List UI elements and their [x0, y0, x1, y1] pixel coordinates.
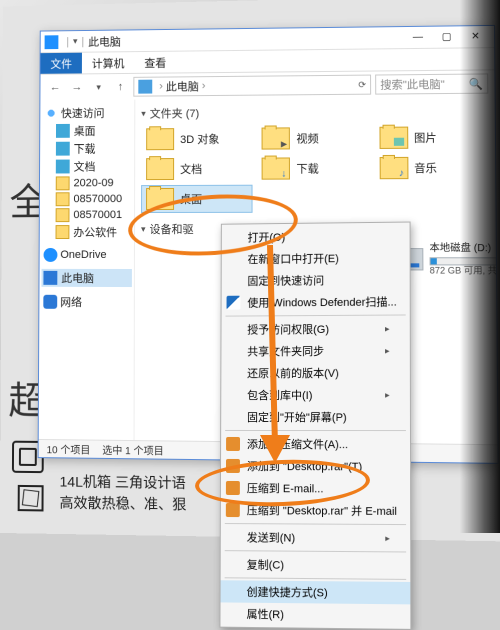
folder-videos[interactable]: 视频 — [257, 124, 370, 153]
chevron-right-icon: ▸ — [385, 389, 390, 400]
window-title: 此电脑 — [88, 33, 121, 49]
folder-3d-objects[interactable]: 3D 对象 — [141, 125, 253, 154]
desktop-icon — [56, 124, 70, 138]
menu-restore-previous[interactable]: 还原以前的版本(V) — [221, 362, 410, 385]
status-selected-count: 选中 1 个项目 — [102, 442, 163, 458]
folder-icon — [146, 188, 174, 210]
forward-button[interactable]: → — [68, 78, 86, 96]
drive-usage-bar — [431, 258, 437, 264]
menu-compress-email[interactable]: 压缩到 E-mail... — [221, 477, 410, 500]
menu-compress-rar-email[interactable]: 压缩到 "Desktop.rar" 并 E-mail — [221, 499, 410, 522]
minimize-button[interactable]: — — [404, 27, 433, 47]
menu-copy[interactable]: 复制(C) — [221, 553, 411, 577]
archive-icon — [226, 503, 240, 517]
folder-icon — [262, 127, 290, 149]
network-icon — [43, 295, 57, 309]
maximize-button[interactable]: ▢ — [432, 27, 461, 47]
document-icon — [56, 160, 70, 174]
sidebar-item-folder[interactable]: 办公软件 — [42, 223, 132, 241]
thispc-icon — [45, 35, 59, 49]
menu-create-shortcut[interactable]: 创建快捷方式(S) — [221, 580, 411, 604]
folder-downloads[interactable]: 下载 — [257, 154, 370, 183]
tab-file[interactable]: 文件 — [41, 53, 82, 74]
chassis-icon — [18, 485, 44, 512]
menu-pin-quick[interactable]: 固定到快速访问 — [222, 268, 410, 291]
sidebar-item-desktop[interactable]: 桌面 — [42, 121, 132, 139]
sidebar-network[interactable]: 网络 — [41, 293, 132, 311]
menu-grant-access[interactable]: 授予访问权限(G)▸ — [221, 317, 409, 340]
pc-icon — [43, 271, 57, 285]
titlebar-sep: | — [81, 35, 84, 47]
search-placeholder: 搜索"此电脑" — [380, 76, 445, 93]
context-menu: 打开(O) 在新窗口中打开(E) 固定到快速访问 使用 Windows Defe… — [219, 222, 411, 630]
folder-icon — [379, 157, 408, 179]
sidebar-this-pc[interactable]: 此电脑 — [41, 269, 131, 287]
recent-dropdown-icon[interactable]: ▾ — [90, 78, 108, 96]
folder-icon — [146, 158, 174, 180]
chevron-right-icon: ▸ — [385, 533, 390, 544]
menu-include-library[interactable]: 包含到库中(I)▸ — [221, 384, 410, 406]
menu-send-to[interactable]: 发送到(N)▸ — [221, 526, 410, 549]
status-item-count: 10 个项目 — [47, 441, 91, 457]
refresh-icon[interactable]: ⟳ — [358, 79, 366, 90]
onedrive-icon — [44, 248, 58, 262]
chevron-right-icon: ▸ — [385, 323, 390, 334]
breadcrumb-segment[interactable]: 此电脑 — [166, 78, 199, 94]
archive-icon — [226, 459, 240, 473]
archive-icon — [226, 437, 240, 451]
menu-share-sync[interactable]: 共享文件夹同步▸ — [221, 340, 409, 363]
sidebar-item-folder[interactable]: 08570000 — [42, 191, 132, 207]
sidebar-onedrive[interactable]: OneDrive — [42, 247, 132, 263]
tab-computer[interactable]: 计算机 — [82, 52, 135, 73]
folder-icon — [56, 225, 70, 239]
folder-icon — [56, 192, 70, 206]
address-bar-row: ← → ▾ ↑ › 此电脑 › ⟳ 搜索"此电脑" 🔍 — [40, 70, 494, 100]
menu-pin-start[interactable]: 固定到"开始"屏幕(P) — [221, 406, 410, 428]
shield-icon — [227, 296, 241, 310]
download-icon — [56, 142, 70, 156]
menu-separator — [225, 577, 407, 580]
menu-separator — [225, 550, 406, 552]
folder-icon — [56, 176, 70, 190]
menu-properties[interactable]: 属性(R) — [220, 602, 410, 626]
menu-open[interactable]: 打开(O) — [222, 225, 410, 249]
breadcrumb[interactable]: › 此电脑 › ⟳ — [133, 75, 371, 97]
titlebar-caret-icon[interactable]: ▾ — [73, 36, 78, 47]
folder-desktop[interactable]: 桌面 — [141, 185, 253, 213]
menu-separator — [225, 523, 406, 525]
folders-section-header[interactable]: ▾文件夹 (7) — [141, 101, 488, 124]
star-icon — [44, 106, 58, 120]
menu-add-to-rar[interactable]: 添加到 "Desktop.rar"(T) — [221, 455, 410, 478]
folder-icon — [146, 128, 174, 150]
tab-view[interactable]: 查看 — [134, 52, 176, 73]
sidebar-item-folder[interactable]: 08570001 — [42, 207, 132, 223]
pc-icon — [138, 80, 152, 94]
folders-grid: 3D 对象 视频 图片 文档 下载 音乐 桌面 — [141, 123, 489, 213]
sidebar-item-documents[interactable]: 文档 — [42, 157, 132, 175]
menu-open-new-window[interactable]: 在新窗口中打开(E) — [222, 246, 410, 270]
folder-documents[interactable]: 文档 — [141, 155, 253, 183]
menu-separator — [225, 430, 406, 431]
back-button[interactable]: ← — [46, 79, 64, 97]
quickaccess-toolbar-sep: | — [66, 36, 69, 48]
archive-icon — [226, 481, 240, 495]
sidebar-item-folder[interactable]: 2020-09 — [42, 175, 132, 191]
sidebar-item-downloads[interactable]: 下载 — [42, 139, 132, 157]
menu-separator — [226, 314, 406, 316]
folder-icon — [56, 208, 70, 222]
chevron-right-icon[interactable]: › — [159, 81, 163, 93]
folder-icon — [262, 157, 290, 179]
menu-defender-scan[interactable]: 使用 Windows Defender扫描... — [222, 290, 410, 313]
sidebar-quick-access[interactable]: 快速访问 — [42, 104, 132, 122]
nav-sidebar: 快速访问 桌面 下载 文档 2020-09 08570000 08570001 … — [39, 100, 136, 440]
chevron-right-icon: ▸ — [385, 345, 390, 356]
folder-icon — [379, 127, 408, 149]
monitor-bezel — [460, 0, 500, 533]
chevron-down-icon[interactable]: ▾ — [141, 108, 146, 119]
chevron-down-icon[interactable]: ▾ — [141, 224, 146, 235]
menu-add-to-archive[interactable]: 添加到压缩文件(A)... — [221, 433, 410, 455]
up-button[interactable]: ↑ — [111, 78, 129, 96]
chevron-right-icon[interactable]: › — [202, 80, 206, 92]
